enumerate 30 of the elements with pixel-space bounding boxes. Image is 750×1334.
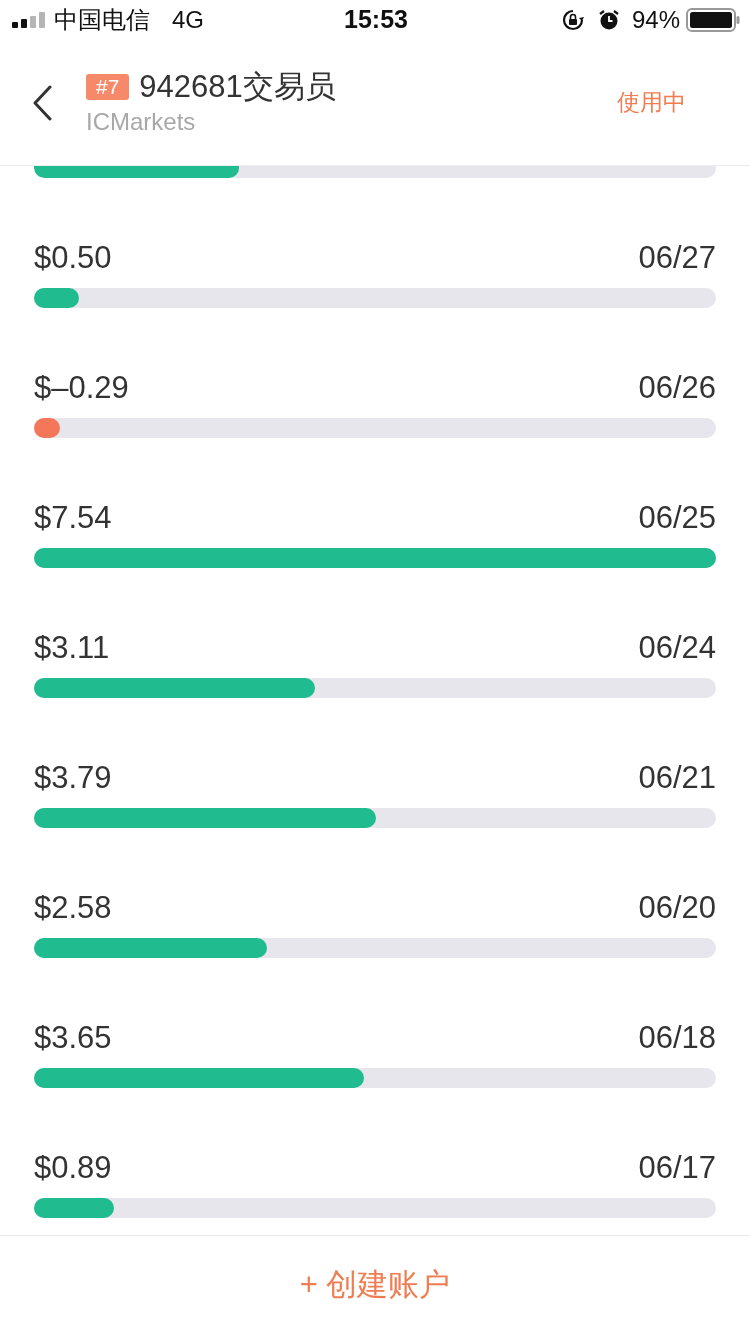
day-date: 06/18 — [638, 1019, 716, 1057]
profit-amount: $–0.29 — [34, 369, 129, 407]
rotation-lock-icon — [561, 9, 584, 31]
alarm-clock-icon — [597, 9, 620, 31]
profit-amount: $2.58 — [34, 889, 112, 927]
signal-icon — [12, 12, 46, 28]
day-date: 06/25 — [638, 499, 716, 537]
status-time: 15:53 — [344, 4, 408, 36]
broker-name: ICMarkets — [86, 106, 197, 137]
network-type: 4G — [172, 5, 204, 35]
profit-amount: $0.89 — [34, 1149, 112, 1187]
profit-amount: $3.79 — [34, 759, 112, 797]
account-title: 942681交易员 — [139, 68, 336, 105]
battery-icon — [686, 8, 740, 32]
back-icon[interactable] — [32, 84, 52, 121]
create-account-button[interactable]: + 创建账户 — [291, 1257, 459, 1313]
carrier-name: 中国电信 — [54, 5, 150, 35]
rank-tag: #7 — [86, 73, 130, 100]
profit-amount: $3.65 — [34, 1019, 112, 1057]
day-date: 06/17 — [638, 1149, 716, 1187]
day-date: 06/24 — [638, 629, 716, 667]
battery-percent: 94% — [631, 5, 680, 35]
day-date: 06/21 — [638, 759, 716, 797]
profit-amount: $7.54 — [34, 499, 112, 537]
in-use-status: 使用中 — [617, 88, 686, 118]
day-date: 06/20 — [638, 889, 716, 927]
day-date: 06/26 — [638, 369, 716, 407]
profit-amount: $3.11 — [34, 629, 110, 667]
day-date: 06/27 — [638, 239, 716, 277]
profit-amount: $0.50 — [34, 239, 112, 277]
